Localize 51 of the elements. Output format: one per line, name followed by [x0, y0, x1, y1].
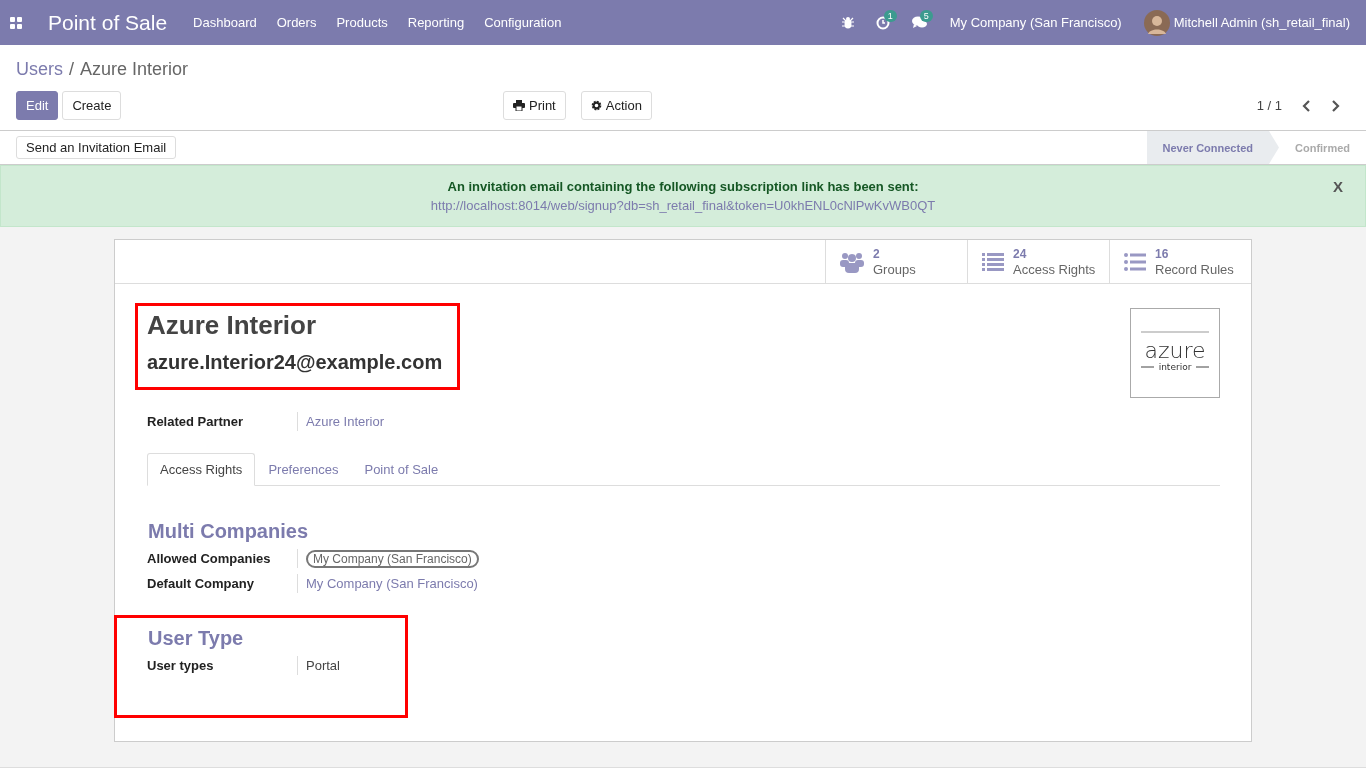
related-partner-link[interactable]: Azure Interior — [297, 412, 385, 431]
company-tag: My Company (San Francisco) — [306, 550, 479, 568]
status-step[interactable]: Confirmed — [1279, 131, 1366, 164]
send-invitation-button[interactable]: Send an Invitation Email — [16, 136, 177, 159]
previous-icon[interactable] — [1302, 99, 1311, 112]
apps-menu-icon[interactable] — [10, 16, 22, 29]
activity-count-badge: 1 — [883, 9, 897, 22]
user-type-value: Portal — [297, 656, 340, 675]
user-name: Azure Interior — [147, 310, 318, 341]
field-label: User types — [147, 658, 215, 673]
section-title: Multi Companies — [148, 520, 309, 543]
user-menu[interactable]: Mitchell Admin (sh_retail_final) — [1173, 15, 1350, 30]
form-tab[interactable]: Preferences — [255, 453, 352, 486]
bullet-list-icon — [1124, 252, 1146, 271]
close-button[interactable]: X — [1327, 177, 1349, 196]
menu-item[interactable]: Orders — [276, 15, 317, 30]
signup-link[interactable]: http://localhost:8014/web/signup?db=sh_retail_final&token=U0khENL0cNlPwKvWB0QT — [430, 198, 936, 213]
menu-item[interactable]: Configuration — [484, 15, 562, 30]
field-label: Allowed Companies — [147, 551, 272, 566]
message-count-badge: 5 — [919, 10, 933, 22]
breadcrumb-link[interactable]: Users — [16, 58, 63, 80]
menu-item[interactable]: Reporting — [407, 15, 465, 30]
bug-icon[interactable] — [841, 16, 854, 29]
edit-button[interactable]: Edit — [16, 91, 59, 120]
alert-message: An invitation email containing the following subscription link has been sent: — [447, 179, 919, 194]
print-button[interactable]: Print — [503, 91, 566, 120]
field-label: Default Company — [147, 576, 255, 591]
section-title: User Type — [148, 627, 245, 650]
breadcrumb-current: Azure Interior — [80, 58, 189, 80]
company-switcher[interactable]: My Company (San Francisco) — [949, 15, 1122, 30]
default-company-link[interactable]: My Company (San Francisco) — [297, 574, 478, 593]
action-button[interactable]: Action — [580, 91, 652, 120]
user-email: azure.Interior24@example.com — [147, 351, 443, 374]
menu-item[interactable]: Products — [336, 15, 388, 30]
breadcrumb-separator: / — [69, 58, 75, 80]
list-icon — [982, 252, 1004, 271]
field-label: Related Partner — [147, 414, 245, 429]
user-avatar — [1143, 9, 1170, 36]
clock-icon[interactable] — [875, 15, 890, 30]
form-tab[interactable]: Point of Sale — [351, 453, 452, 486]
pager-value: 1 / 1 — [1256, 98, 1282, 113]
menu-item[interactable]: Dashboard — [193, 15, 257, 30]
printer-icon — [513, 100, 525, 111]
gear-icon — [590, 100, 602, 111]
create-button[interactable]: Create — [62, 91, 122, 120]
users-icon — [840, 250, 864, 273]
form-tab[interactable]: Access Rights — [147, 453, 256, 486]
next-icon[interactable] — [1331, 99, 1340, 112]
app-title: Point of Sale — [48, 10, 168, 35]
company-logo: azure interior — [1130, 308, 1220, 398]
status-step[interactable]: Never Connected — [1146, 131, 1279, 164]
